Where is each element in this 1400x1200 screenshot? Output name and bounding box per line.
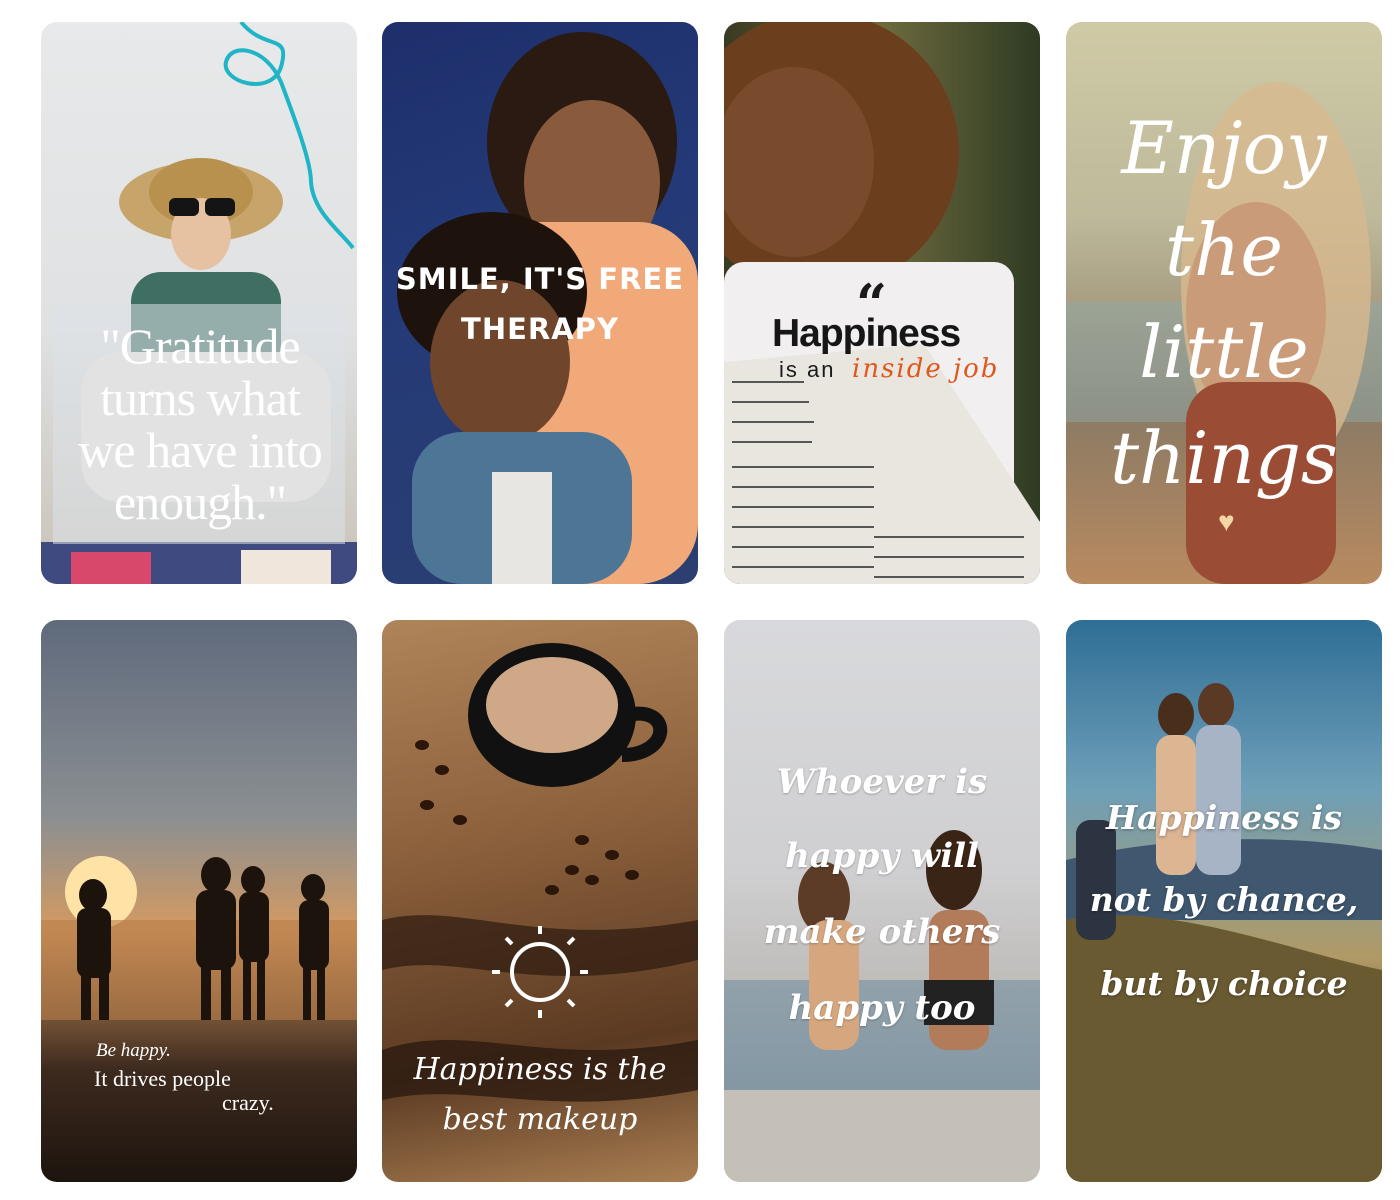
quote-line: best makeup: [442, 1102, 638, 1137]
quote-line: Whoever is: [776, 762, 988, 802]
quote-line: turns what: [100, 370, 301, 426]
quote-line: the: [1165, 208, 1283, 292]
quote-line: little: [1139, 310, 1309, 394]
quote-card-best-makeup[interactable]: Happiness is the best makeup: [382, 620, 698, 1182]
quote-text: "Gratitude turns what we have into enoug…: [55, 320, 345, 528]
quote-line: but by choice: [1100, 964, 1348, 1003]
quote-small-text: Be happy.: [96, 1040, 171, 1061]
quote-line: happy will: [785, 836, 979, 876]
quote-line: happy too: [788, 988, 976, 1028]
quote-card-be-happy[interactable]: Be happy. It drives people crazy.: [41, 620, 357, 1182]
quote-line: Enjoy: [1121, 106, 1327, 190]
quote-card-make-others-happy[interactable]: Whoever is happy will make others happy …: [724, 620, 1040, 1182]
quote-subtext: is an: [779, 357, 836, 382]
card-illustration: [382, 643, 698, 1102]
quote-text: SMILE, IT'S FREE THERAPY: [392, 254, 688, 354]
quote-card-gratitude[interactable]: "Gratitude turns what we have into enoug…: [41, 22, 357, 584]
card-illustration: [724, 830, 1040, 1182]
quote-line: SMILE, IT'S FREE: [395, 262, 685, 296]
quote-card-inside-job[interactable]: “ Happiness is an inside job: [724, 22, 1040, 584]
quote-card-smile[interactable]: SMILE, IT'S FREE THERAPY: [382, 22, 698, 584]
quote-accent-text: inside job: [852, 354, 1000, 384]
quote-line: things: [1110, 416, 1338, 500]
quote-line: Happiness is: [1106, 798, 1342, 837]
quote-line: enough.": [113, 474, 287, 530]
quote-card-by-choice[interactable]: Happiness is not by chance, but by choic…: [1066, 620, 1382, 1182]
heart-icon: ♥: [1218, 506, 1235, 537]
quote-title: Happiness: [772, 312, 961, 355]
quote-line: make others: [763, 912, 1001, 952]
quote-line: not by chance,: [1089, 880, 1359, 919]
quote-line: "Gratitude: [100, 318, 300, 374]
quote-line: Happiness is the: [413, 1052, 667, 1087]
quote-line: we have into: [78, 422, 322, 478]
quote-card-little-things[interactable]: Enjoy the little things ♥: [1066, 22, 1382, 584]
quote-line: THERAPY: [461, 312, 619, 346]
quote-line: It drives people: [94, 1066, 231, 1091]
card-illustration: [41, 856, 357, 1020]
quote-line: crazy.: [222, 1090, 274, 1115]
